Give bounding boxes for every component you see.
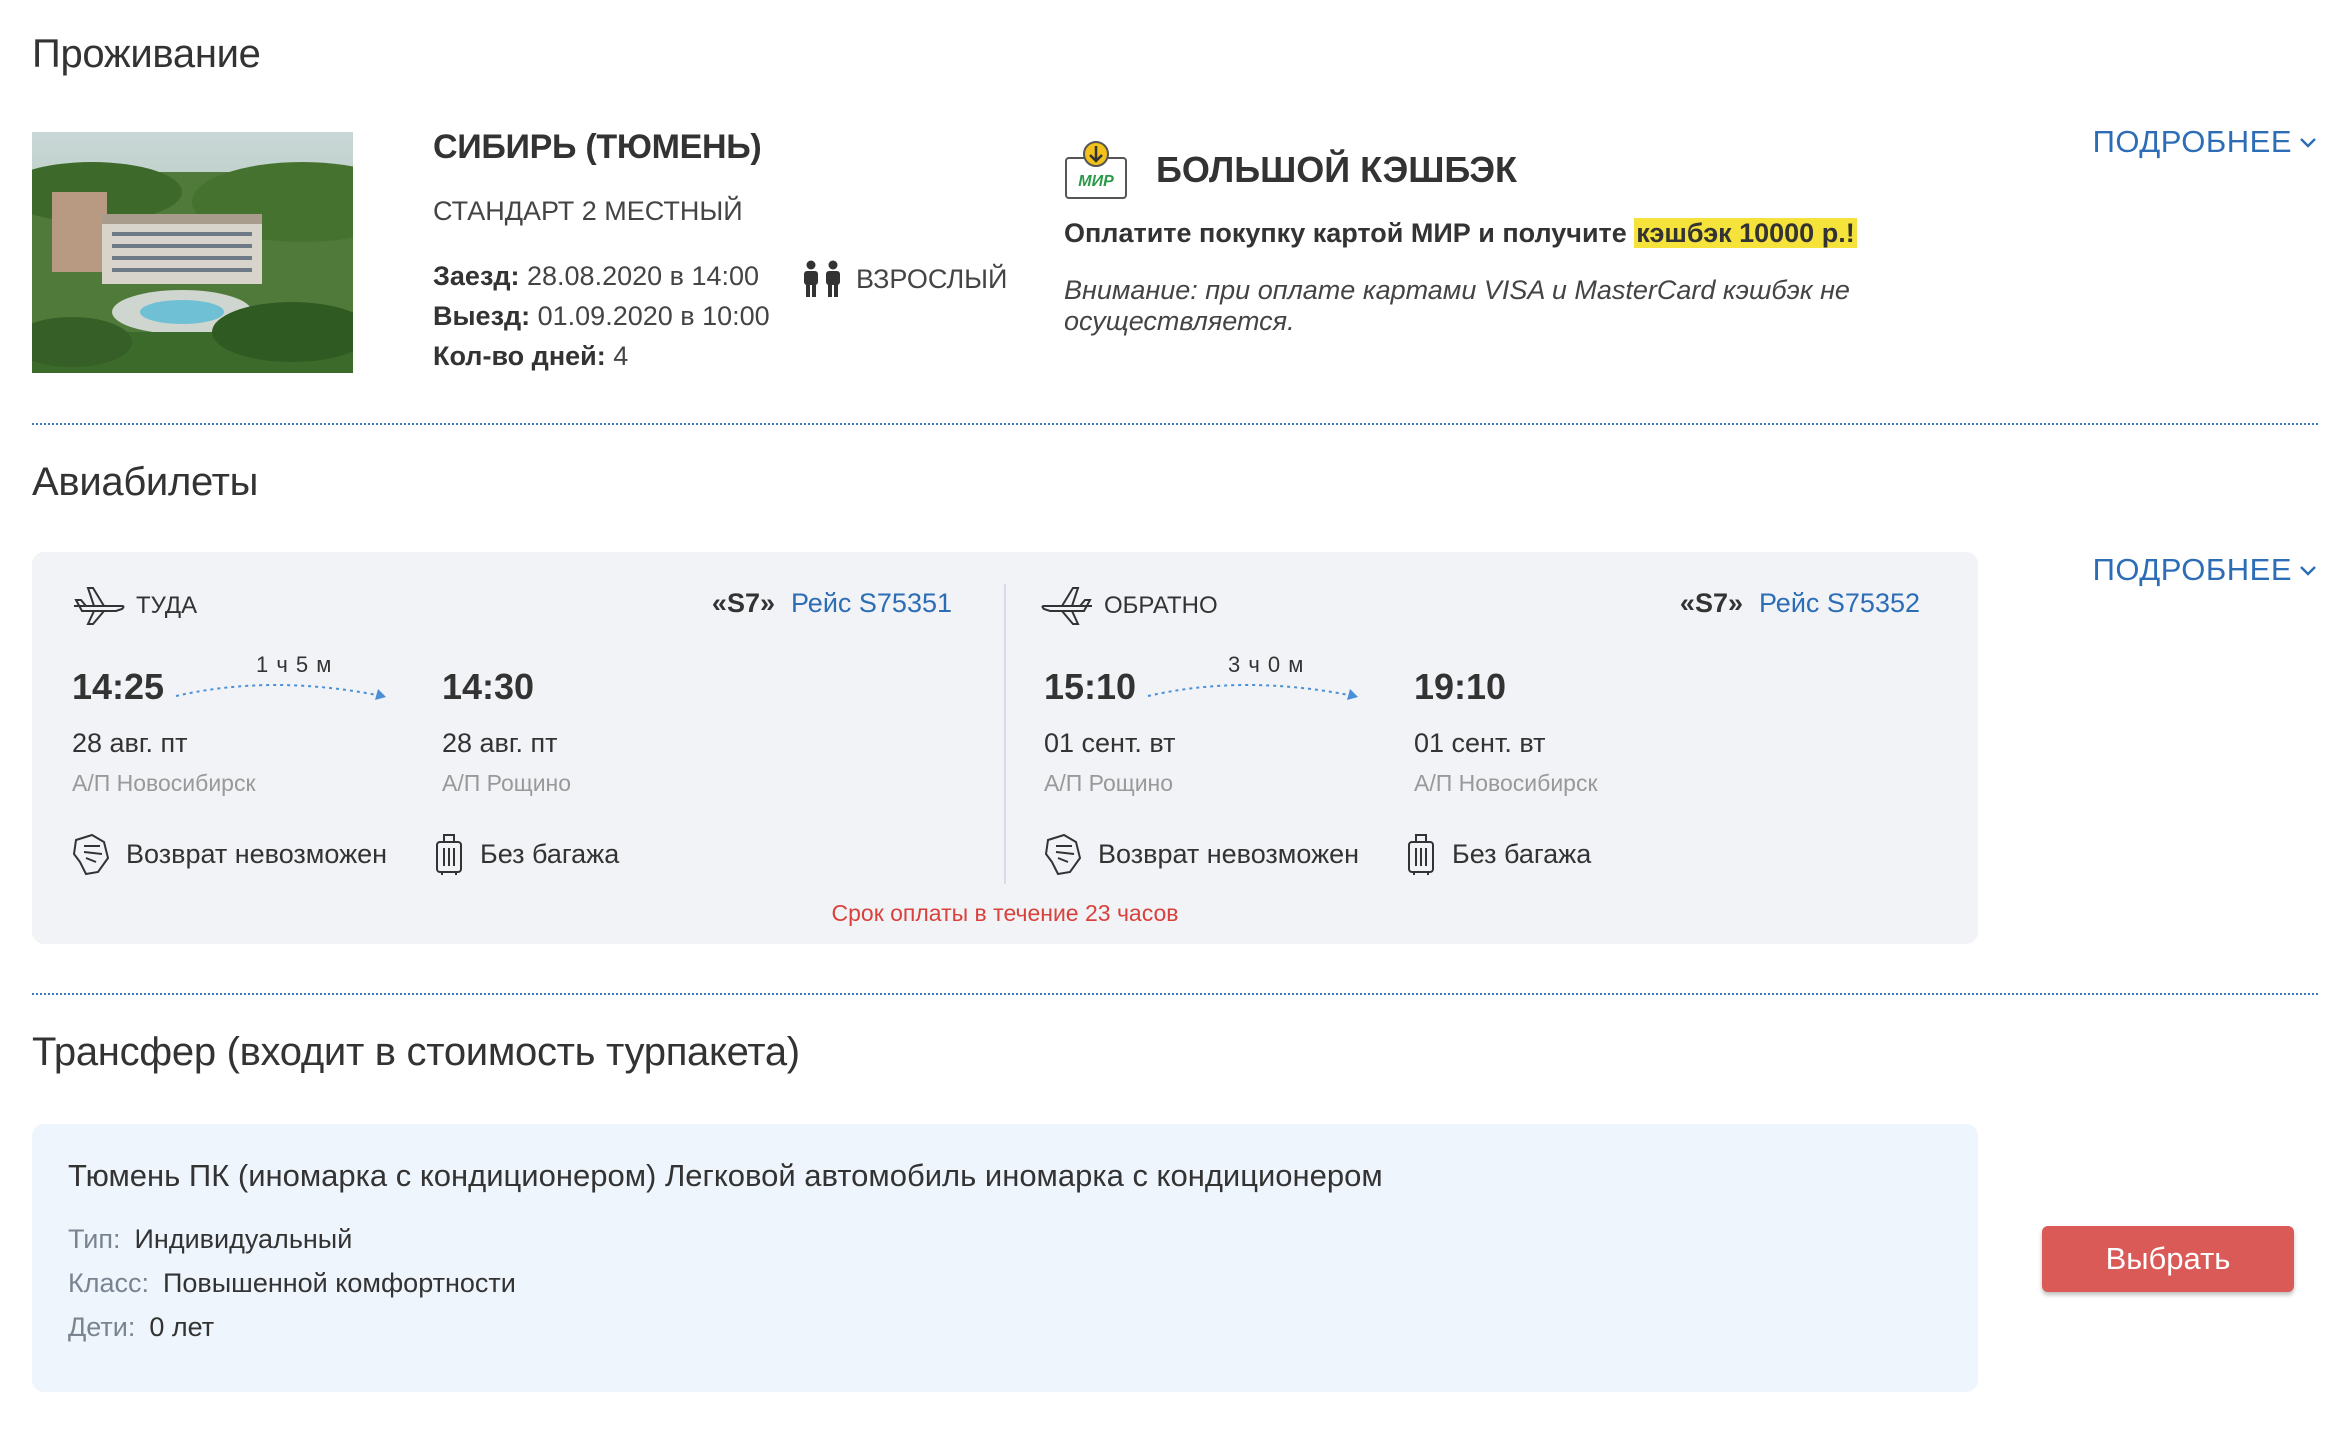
cashback-text: Оплатите покупку картой МИР и получите к… — [1064, 218, 2044, 249]
mir-logo-text: МИР — [1078, 173, 1114, 190]
return-direction: ОБРАТНО — [1040, 586, 1218, 626]
days-row: Кол-во дней: 4 — [433, 336, 770, 376]
refund-label: Возврат невозможен — [126, 838, 388, 869]
no-refund-icon — [1044, 833, 1082, 876]
chevron-down-icon — [2300, 138, 2316, 148]
direction-label: ОБРАТНО — [1104, 592, 1218, 619]
checkin-row: Заезд: 28.08.2020 в 14:00 — [433, 256, 770, 296]
adults-icon — [804, 260, 840, 297]
baggage-label: Без багажа — [1452, 838, 1592, 869]
outbound-leg: ТУДА «S7» Рейс S75351 14:25 1 ч 5 м 14:30… — [32, 552, 952, 882]
departure-date: 01 сент. вт — [1044, 728, 1176, 758]
transfer-type-row: Тип: Индивидуальный — [68, 1224, 352, 1255]
airline-name: «S7» — [1679, 588, 1743, 618]
arrival-airport: А/П Новосибирск — [1414, 770, 1598, 796]
arrival-time: 19:10 — [1414, 666, 1507, 707]
accommodation-title: Проживание — [32, 32, 261, 76]
payment-deadline: Срок оплаты в течение 23 часов — [831, 900, 1179, 926]
flights-more-link[interactable]: ПОДРОБНЕЕ — [2093, 552, 2318, 588]
days-label: Кол-во дней: — [433, 341, 606, 371]
route-arrow — [175, 684, 386, 700]
departure-airport: А/П Новосибирск — [72, 770, 256, 796]
flight-number-link[interactable]: Рейс S75352 — [1759, 588, 1920, 618]
guests-label: ВЗРОСЛЫЙ — [856, 263, 1008, 294]
no-refund-icon — [72, 833, 110, 876]
departure-date: 28 авг. пт — [72, 728, 188, 758]
transfer-class-row: Класс: Повышенной комфортности — [68, 1268, 516, 1299]
flight-number-link[interactable]: Рейс S75351 — [791, 588, 952, 618]
cashback-title: БОЛЬШОЙ КЭШБЭК — [1156, 149, 1517, 190]
class-value: Повышенной комфортности — [163, 1268, 516, 1298]
kids-value: 0 лет — [149, 1312, 215, 1342]
baggage-condition: Без багажа — [1404, 832, 1591, 876]
checkout-row: Выезд: 01.09.2020 в 10:00 — [433, 296, 770, 336]
more-label: ПОДРОБНЕЕ — [2092, 552, 2292, 587]
plane-arrival-icon — [1041, 587, 1092, 625]
checkin-label: Заезд: — [433, 261, 520, 291]
plane-departure-icon — [74, 587, 125, 625]
mir-card-logo: МИР — [1065, 141, 1127, 199]
transfer-kids-row: Дети: 0 лет — [68, 1312, 214, 1343]
cashback-promo: МИР БОЛЬШОЙ КЭШБЭК Оплатите покупку карт… — [1064, 140, 2044, 337]
refund-label: Возврат невозможен — [1098, 838, 1360, 869]
divider — [32, 423, 2318, 425]
accommodation-more-link[interactable]: ПОДРОБНЕЕ — [2093, 124, 2318, 160]
more-label: ПОДРОБНЕЕ — [2092, 124, 2292, 159]
direction-label: ТУДА — [136, 592, 198, 619]
transfer-name: Тюмень ПК (иномарка с кондиционером) Лег… — [68, 1158, 1383, 1193]
cashback-note: Внимание: при оплате картами VISA и Mast… — [1064, 275, 1850, 336]
return-carrier: «S7» Рейс S75352 — [1680, 588, 1920, 619]
route-arrow — [1147, 684, 1358, 700]
select-transfer-button[interactable]: Выбрать — [2042, 1226, 2294, 1292]
cashback-text-main: Оплатите покупку картой МИР и получите — [1064, 218, 1635, 248]
kids-label: Дети: — [68, 1312, 136, 1342]
stay-info: Заезд: 28.08.2020 в 14:00 Выезд: 01.09.2… — [433, 256, 770, 376]
departure-time: 14:25 — [72, 666, 165, 707]
flights-title: Авиабилеты — [32, 460, 259, 504]
baggage-condition: Без багажа — [432, 832, 619, 876]
arrival-date: 28 авг. пт — [442, 728, 558, 758]
guests-info: ВЗРОСЛЫЙ — [800, 260, 1007, 298]
refund-condition: Возврат невозможен — [72, 832, 387, 876]
checkout-label: Выезд: — [433, 301, 531, 331]
type-label: Тип: — [68, 1224, 121, 1254]
return-leg: ОБРАТНО «S7» Рейс S75352 15:10 3 ч 0 м 19… — [1000, 552, 1920, 882]
checkin-value: 28.08.2020 в 14:00 — [519, 261, 760, 291]
departure-airport: А/П Рощино — [1044, 770, 1174, 796]
type-value: Индивидуальный — [134, 1224, 353, 1254]
checkout-value: 01.09.2020 в 10:00 — [530, 301, 770, 331]
room-type: СТАНДАРТ 2 МЕСТНЫЙ — [433, 196, 743, 226]
class-label: Класс: — [68, 1268, 149, 1298]
transfer-title: Трансфер (входит в стоимость турпакета) — [32, 1030, 800, 1074]
outbound-direction: ТУДА — [72, 586, 197, 626]
airline-name: «S7» — [711, 588, 775, 618]
divider — [32, 993, 2318, 995]
arrival-airport: А/П Рощино — [442, 770, 572, 796]
hotel-photo[interactable] — [32, 132, 353, 373]
luggage-icon — [1408, 834, 1434, 875]
cashback-highlight: кэшбэк 10000 р.! — [1634, 218, 1857, 248]
luggage-icon — [436, 834, 462, 875]
arrival-time: 14:30 — [442, 666, 535, 707]
refund-condition: Возврат невозможен — [1044, 832, 1359, 876]
outbound-carrier: «S7» Рейс S75351 — [712, 588, 952, 619]
hotel-name: СИБИРЬ (ТЮМЕНЬ) — [433, 128, 762, 166]
baggage-label: Без багажа — [480, 838, 620, 869]
days-value: 4 — [605, 341, 629, 371]
departure-time: 15:10 — [1044, 666, 1137, 707]
chevron-down-icon — [2300, 566, 2316, 576]
arrival-date: 01 сент. вт — [1414, 728, 1546, 758]
